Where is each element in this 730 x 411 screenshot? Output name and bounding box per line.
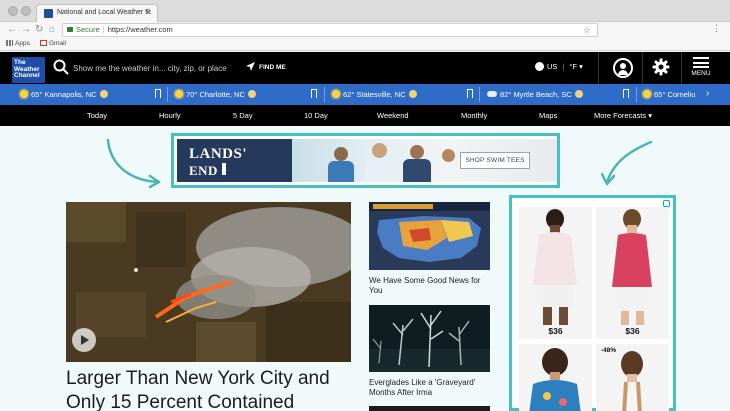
home-icon[interactable]: ⌂ bbox=[49, 24, 55, 36]
lock-icon bbox=[67, 27, 73, 32]
save-location-icon[interactable] bbox=[623, 89, 629, 98]
product-tile[interactable] bbox=[519, 344, 592, 411]
article-caption[interactable]: Everglades Like a 'Graveyard' Months Aft… bbox=[369, 378, 493, 398]
lands-end-logo: LANDS' END bbox=[177, 139, 292, 182]
sunny-icon bbox=[175, 90, 183, 98]
nav-today[interactable]: Today bbox=[87, 105, 107, 126]
hero-headline[interactable]: Larger Than New York City and Only 15 Pe… bbox=[66, 367, 356, 411]
reload-icon[interactable]: ↻ bbox=[35, 24, 43, 36]
product-tile[interactable]: -48% bbox=[596, 344, 669, 411]
local-weather-item[interactable]: 65° Corneliu bbox=[643, 84, 695, 105]
nav-5-day[interactable]: 5 Day bbox=[233, 105, 253, 126]
nav-weekend[interactable]: Weekend bbox=[377, 105, 409, 126]
url-text: https://weather.com bbox=[108, 25, 173, 34]
white-blouse-model-image bbox=[519, 207, 592, 327]
lighthouse-icon bbox=[222, 163, 226, 175]
local-weather-item[interactable]: 62° Statesville, NC bbox=[332, 84, 417, 105]
night-icon bbox=[575, 90, 583, 98]
local-weather-item[interactable]: 82° Myrtle Beach, SC bbox=[487, 84, 583, 105]
nav-maps[interactable]: Maps bbox=[539, 105, 557, 126]
wildfire-image bbox=[66, 202, 351, 362]
everglades-image bbox=[369, 305, 490, 372]
nav-monthly[interactable]: Monthly bbox=[461, 105, 487, 126]
local-weather-item[interactable]: 65° Kannapolis, NC bbox=[20, 84, 108, 105]
product-price: $36 bbox=[596, 326, 669, 336]
settings-gear-icon[interactable] bbox=[652, 58, 670, 76]
find-me-button[interactable]: FIND ME bbox=[246, 62, 286, 71]
curved-arrow-icon bbox=[601, 140, 657, 192]
nav-10-day[interactable]: 10 Day bbox=[304, 105, 328, 126]
red-tank-model-image bbox=[596, 207, 669, 327]
close-window-icon[interactable] bbox=[8, 6, 18, 16]
hero-video-thumbnail[interactable] bbox=[66, 202, 351, 362]
local-weather-item[interactable]: 70° Charlotte, NC bbox=[175, 84, 256, 105]
article-caption[interactable]: We Have Some Good News for You bbox=[369, 276, 493, 296]
sunny-icon bbox=[643, 90, 651, 98]
bookmark-apps[interactable]: Apps bbox=[6, 40, 30, 47]
minimize-window-icon[interactable] bbox=[21, 6, 31, 16]
product-tile[interactable]: $36 bbox=[596, 207, 669, 339]
weather-favicon-icon bbox=[44, 9, 53, 18]
browser-titlebar: National and Local Weather R ✕ bbox=[0, 0, 730, 22]
shop-swim-tees-button[interactable]: SHOP SWIM TEES bbox=[460, 152, 530, 169]
curved-arrow-icon bbox=[102, 136, 164, 188]
sunny-icon bbox=[332, 90, 340, 98]
browser-toolbar: ← → ↻ ⌂ Secure|https://weather.com ☆ ⋮ bbox=[0, 22, 730, 38]
browser-tab[interactable]: National and Local Weather R ✕ bbox=[36, 4, 158, 22]
back-arrow-icon[interactable]: ← bbox=[7, 24, 17, 36]
tab-title: National and Local Weather R bbox=[57, 9, 150, 16]
adchoices-icon[interactable] bbox=[663, 200, 670, 207]
nav-hourly[interactable]: Hourly bbox=[159, 105, 181, 126]
caret-down-icon: ▾ bbox=[648, 111, 652, 120]
floral-top-model-image bbox=[519, 344, 592, 411]
scarf-model-image bbox=[596, 344, 669, 411]
article-thumbnail[interactable] bbox=[369, 305, 490, 372]
site-header: The Weather Channel FIND ME US|°F ▾ MENU bbox=[0, 52, 730, 84]
forward-arrow-icon[interactable]: → bbox=[21, 24, 31, 36]
hamburger-icon bbox=[693, 57, 709, 68]
bookmark-gmail[interactable]: Gmail bbox=[40, 40, 66, 47]
night-icon bbox=[248, 90, 256, 98]
bookmarks-bar: Apps Gmail bbox=[0, 38, 730, 51]
nav-more-forecasts[interactable]: More Forecasts ▾ bbox=[594, 105, 652, 126]
chrome-menu-icon[interactable]: ⋮ bbox=[712, 23, 721, 34]
night-icon bbox=[409, 90, 417, 98]
weather-channel-logo[interactable]: The Weather Channel bbox=[12, 57, 45, 83]
globe-icon bbox=[535, 62, 544, 71]
search-icon[interactable] bbox=[53, 59, 69, 75]
cloudy-icon bbox=[487, 91, 497, 97]
forecast-nav: Today Hourly 5 Day 10 Day Weekend Monthl… bbox=[0, 105, 730, 126]
temperature-map-image bbox=[369, 202, 490, 270]
article-thumbnail[interactable] bbox=[369, 202, 490, 270]
lands-end-banner-ad[interactable]: LANDS' END SHOP SWIM TEES bbox=[171, 133, 560, 188]
location-search-input[interactable] bbox=[73, 61, 233, 75]
article-thumbnail[interactable] bbox=[369, 406, 490, 411]
secure-label: Secure bbox=[76, 25, 100, 34]
local-weather-strip: 65° Kannapolis, NC 70° Charlotte, NC 62°… bbox=[0, 84, 730, 105]
play-video-button[interactable] bbox=[72, 328, 96, 352]
night-icon bbox=[100, 90, 108, 98]
location-arrow-icon bbox=[246, 62, 255, 71]
bookmark-star-icon[interactable]: ☆ bbox=[583, 24, 591, 36]
apps-grid-icon bbox=[6, 40, 13, 46]
caret-down-icon: ▾ bbox=[579, 62, 583, 71]
region-units-selector[interactable]: US|°F ▾ bbox=[535, 62, 583, 71]
save-location-icon[interactable] bbox=[311, 89, 317, 98]
sunny-icon bbox=[20, 90, 28, 98]
chevron-right-icon[interactable]: › bbox=[706, 88, 709, 99]
close-tab-icon[interactable]: ✕ bbox=[145, 8, 152, 17]
save-location-icon[interactable] bbox=[155, 89, 161, 98]
gmail-icon bbox=[40, 40, 47, 46]
product-price: $36 bbox=[519, 326, 592, 336]
apparel-sidebar-ad[interactable]: $36 $36 -48% bbox=[509, 195, 676, 411]
save-location-icon[interactable] bbox=[467, 89, 473, 98]
address-bar[interactable]: Secure|https://weather.com ☆ bbox=[62, 23, 598, 37]
user-account-icon[interactable] bbox=[613, 58, 633, 78]
product-tile[interactable]: $36 bbox=[519, 207, 592, 339]
discount-badge: -48% bbox=[601, 347, 616, 354]
main-menu-button[interactable]: MENU bbox=[686, 57, 716, 77]
